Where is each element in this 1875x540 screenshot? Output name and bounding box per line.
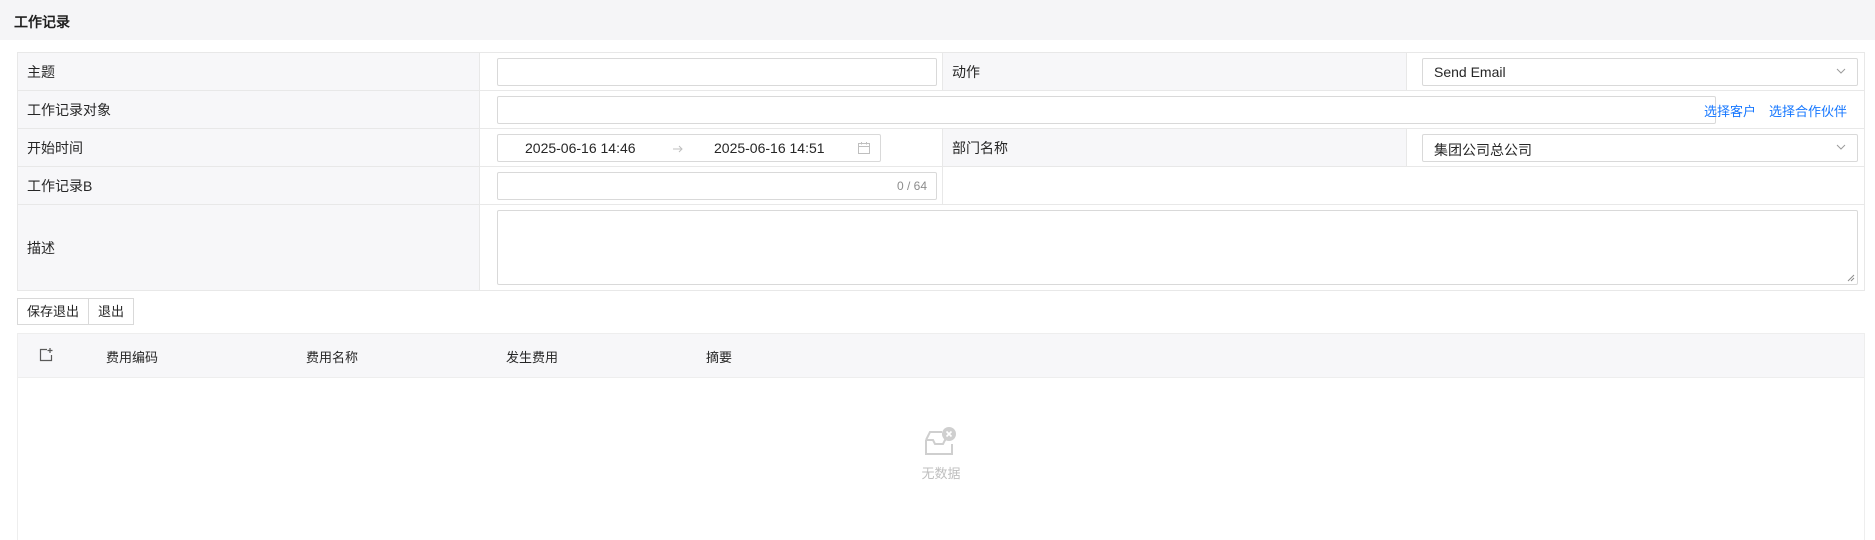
empty-text: 无数据 — [921, 466, 961, 481]
save-exit-button[interactable]: 保存退出 — [17, 298, 90, 325]
calendar-icon — [858, 142, 870, 154]
end-date-value[interactable]: 2025-06-16 14:51 — [714, 140, 825, 156]
desc-label-cell: 描述 — [18, 205, 480, 290]
subject-label: 主题 — [27, 63, 55, 80]
form-actions: 保存退出 退出 — [17, 298, 135, 325]
add-row-icon[interactable] — [38, 347, 54, 363]
arrow-right-icon — [673, 145, 683, 153]
col-summary[interactable]: 摘要 — [706, 347, 732, 366]
record-b-input[interactable]: 0 / 64 — [497, 172, 937, 200]
col-expense-code[interactable]: 费用编码 — [106, 347, 158, 366]
select-customer-link[interactable]: 选择客户 — [1704, 101, 1756, 120]
date-range-picker[interactable]: 2025-06-16 14:46 2025-06-16 14:51 — [497, 134, 881, 162]
action-value: Send Email — [1434, 64, 1506, 80]
form-row-description: 描述 — [18, 205, 1864, 290]
chevron-down-icon — [1836, 144, 1846, 150]
form-row-record-b: 工作记录B 0 / 64 — [18, 167, 1864, 205]
page-title: 工作记录 — [14, 14, 70, 30]
start-time-label-cell: 开始时间 — [18, 129, 480, 166]
expense-table: 费用编码 费用名称 发生费用 摘要 无数据 — [17, 333, 1865, 540]
subject-label-cell: 主题 — [18, 53, 480, 90]
page-content: 主题 动作 Send Email 工作记录对象 选择客户 选择合作伙伴 开始时间… — [0, 40, 1875, 540]
exit-button[interactable]: 退出 — [89, 298, 135, 325]
target-input[interactable] — [497, 96, 1716, 124]
form-row-subject: 主题 动作 Send Email — [18, 53, 1864, 91]
start-date-value[interactable]: 2025-06-16 14:46 — [525, 140, 636, 156]
work-record-form: 主题 动作 Send Email 工作记录对象 选择客户 选择合作伙伴 开始时间… — [17, 52, 1865, 291]
desc-label: 描述 — [27, 239, 55, 256]
dept-label-cell: 部门名称 — [942, 129, 1407, 166]
target-label-cell: 工作记录对象 — [18, 91, 480, 128]
table-header: 费用编码 费用名称 发生费用 摘要 — [18, 334, 1864, 378]
action-label-cell: 动作 — [942, 53, 1407, 90]
char-counter: 0 / 64 — [896, 179, 927, 193]
record-b-label: 工作记录B — [27, 177, 93, 194]
start-time-label: 开始时间 — [27, 139, 83, 156]
description-textarea[interactable] — [497, 210, 1858, 285]
chevron-down-icon — [1836, 68, 1846, 74]
form-row-start-time: 开始时间 2025-06-16 14:46 2025-06-16 14:51 部… — [18, 129, 1864, 167]
resize-grip-icon[interactable] — [1847, 274, 1855, 282]
form-row-target: 工作记录对象 选择客户 选择合作伙伴 — [18, 91, 1864, 129]
empty-state: 无数据 — [18, 378, 1864, 540]
dept-select[interactable]: 集团公司总公司 — [1422, 134, 1858, 162]
page-header: 工作记录 — [0, 0, 1875, 40]
empty-inbox-icon — [925, 427, 956, 455]
dept-value: 集团公司总公司 — [1434, 142, 1532, 158]
action-select[interactable]: Send Email — [1422, 58, 1858, 86]
row-divider — [942, 167, 943, 204]
col-expense-name[interactable]: 费用名称 — [306, 347, 358, 366]
dept-label: 部门名称 — [952, 139, 1008, 156]
action-label: 动作 — [952, 63, 980, 80]
col-expense-amount[interactable]: 发生费用 — [506, 347, 558, 366]
target-label: 工作记录对象 — [27, 101, 111, 118]
subject-input[interactable] — [497, 58, 937, 86]
select-partner-link[interactable]: 选择合作伙伴 — [1769, 101, 1847, 120]
record-b-label-cell: 工作记录B — [18, 167, 480, 204]
